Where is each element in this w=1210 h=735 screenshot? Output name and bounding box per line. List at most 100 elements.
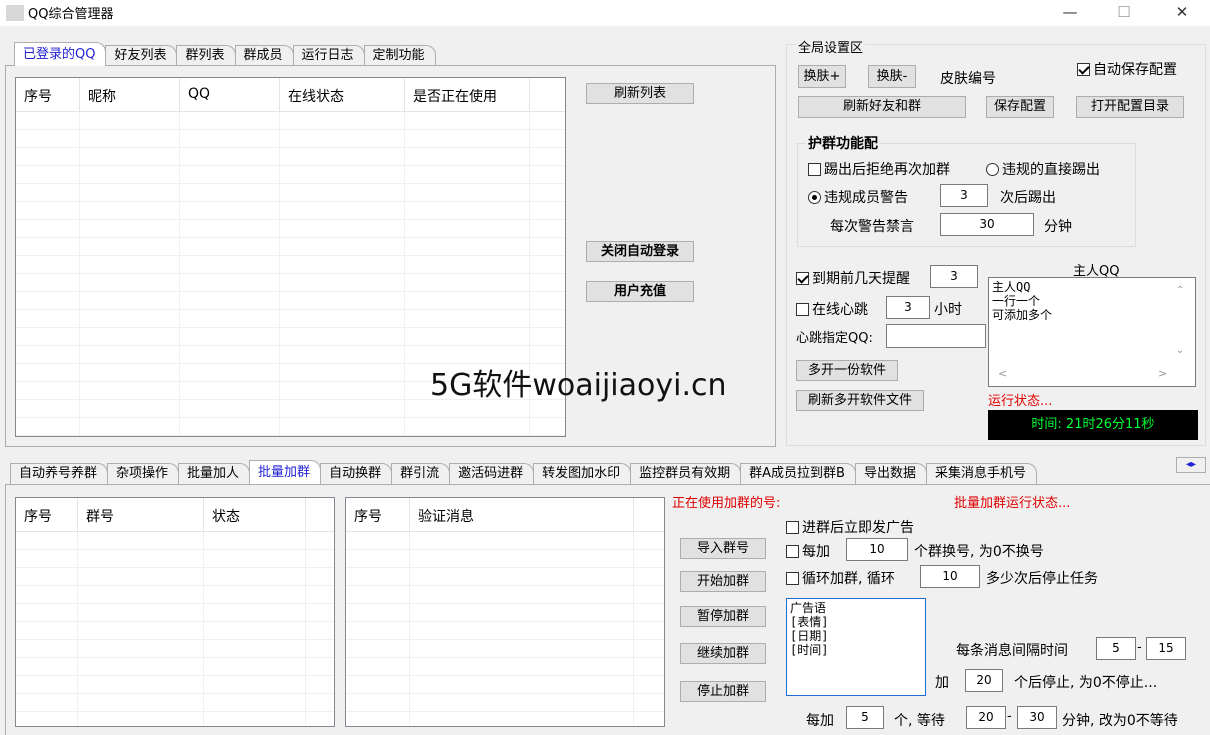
wait-count-input[interactable]: 5 <box>846 706 884 729</box>
col-status[interactable]: 状态 <box>204 498 306 531</box>
wait-note-label: 分钟, 改为0不等待 <box>1062 713 1178 729</box>
kick-direct-radio[interactable]: 违规的直接踢出 <box>986 159 1100 179</box>
ad-after-join-label: 进群后立即发广告 <box>802 520 914 536</box>
start-join-button[interactable]: 开始加群 <box>680 571 766 592</box>
add-stop-input[interactable]: 20 <box>965 669 1003 692</box>
tab-group-traffic[interactable]: 群引流 <box>391 463 451 484</box>
disable-autologin-button[interactable]: 关闭自动登录 <box>586 241 694 262</box>
pause-join-button[interactable]: 暂停加群 <box>680 606 766 627</box>
arrow-right-icon[interactable]: ▸ <box>1191 459 1196 470</box>
scroll-left-icon[interactable]: < <box>998 367 1007 380</box>
interval-max-input[interactable]: 15 <box>1146 637 1186 660</box>
global-settings-title: 全局设置区 <box>796 37 866 56</box>
col-nickname[interactable]: 昵称 <box>80 78 180 111</box>
save-config-button[interactable]: 保存配置 <box>986 96 1054 118</box>
tab-members[interactable]: 群成员 <box>234 45 294 66</box>
open-config-dir-button[interactable]: 打开配置目录 <box>1076 96 1184 118</box>
heartbeat-hours-input[interactable]: 3 <box>886 296 930 319</box>
reject-rejoin-label: 踢出后拒绝再次加群 <box>824 162 950 178</box>
col-in-use[interactable]: 是否正在使用 <box>405 78 530 111</box>
checkbox-icon <box>808 162 821 176</box>
switch-account-checkbox[interactable]: 每加 <box>786 541 830 561</box>
expire-days-input[interactable]: 3 <box>930 265 978 288</box>
col-online[interactable]: 在线状态 <box>280 78 405 111</box>
tab-auto-raise[interactable]: 自动养号养群 <box>10 463 109 484</box>
col-index[interactable]: 序号 <box>16 498 78 531</box>
top-tabstrip: 已登录的QQ 好友列表 群列表 群成员 运行日志 定制功能 <box>14 42 436 66</box>
stop-join-button[interactable]: 停止加群 <box>680 681 766 702</box>
checkbox-icon <box>786 520 799 534</box>
expire-remind-label: 到期前几天提醒 <box>812 271 910 287</box>
wait-max-input[interactable]: 30 <box>1017 706 1057 729</box>
multi-open-button[interactable]: 多开一份软件 <box>796 360 898 381</box>
tab-custom[interactable]: 定制功能 <box>363 45 436 66</box>
clock-display: 时间: 21时26分11秒 <box>988 410 1198 440</box>
refresh-list-button[interactable]: 刷新列表 <box>586 83 694 104</box>
tab-export[interactable]: 导出数据 <box>854 463 927 484</box>
col-index[interactable]: 序号 <box>346 498 410 531</box>
scroll-right-icon[interactable]: > <box>1158 367 1167 380</box>
minimize-button[interactable]: — <box>1044 0 1096 26</box>
close-button[interactable]: ✕ <box>1156 0 1208 26</box>
col-group-no[interactable]: 群号 <box>78 498 204 531</box>
refresh-multi-button[interactable]: 刷新多开软件文件 <box>796 390 924 411</box>
scroll-down-icon[interactable]: ⌄ <box>1176 345 1184 356</box>
mute-minutes-input[interactable]: 30 <box>940 213 1034 236</box>
heartbeat-checkbox[interactable]: 在线心跳 <box>796 299 868 319</box>
col-qq[interactable]: QQ <box>180 78 280 111</box>
title-bar: QQ综合管理器 — ☐ ✕ <box>0 0 1210 26</box>
add-label: 加 <box>935 675 949 691</box>
heartbeat-qq-input[interactable] <box>886 324 986 348</box>
interval-label: 每条消息间隔时间 <box>956 643 1068 659</box>
kick-direct-label: 违规的直接踢出 <box>1002 162 1100 178</box>
auto-save-checkbox[interactable]: 自动保存配置 <box>1077 59 1177 79</box>
skin-next-button[interactable]: 换肤+ <box>798 65 846 88</box>
loop-join-checkbox[interactable]: 循环加群, 循环 <box>786 568 895 588</box>
kick-after-label: 次后踢出 <box>1000 190 1056 206</box>
window-title: QQ综合管理器 <box>28 7 114 22</box>
groups-table-header: 序号 群号 状态 <box>16 498 334 532</box>
skin-prev-button[interactable]: 换肤- <box>868 65 916 88</box>
checkbox-icon <box>786 544 799 558</box>
tab-auto-switch-group[interactable]: 自动换群 <box>320 463 393 484</box>
wait-min-input[interactable]: 20 <box>966 706 1006 729</box>
wait-mid-label: 个, 等待 <box>894 713 945 729</box>
scroll-up-icon[interactable]: ⌃ <box>1176 285 1184 296</box>
tab-misc[interactable]: 杂项操作 <box>107 463 180 484</box>
tab-batch-add-friend[interactable]: 批量加人 <box>178 463 251 484</box>
protect-group-title: 护群功能配 <box>806 133 880 153</box>
tab-invite-code[interactable]: 邀活码进群 <box>449 463 535 484</box>
tab-friends[interactable]: 好友列表 <box>105 45 178 66</box>
tab-monitor-validity[interactable]: 监控群员有效期 <box>630 463 742 484</box>
groups-table[interactable]: 序号 群号 状态 <box>15 497 335 727</box>
ad-text-memo[interactable]: 广告语 [表情] [日期] [时间] <box>786 598 926 696</box>
warn-radio[interactable]: 违规成员警告 <box>808 187 908 207</box>
tab-scroll-arrows[interactable]: ◂▸ <box>1176 457 1206 473</box>
warn-count-input[interactable]: 3 <box>940 184 988 207</box>
tab-log[interactable]: 运行日志 <box>292 45 365 66</box>
import-group-button[interactable]: 导入群号 <box>680 538 766 559</box>
tab-groups[interactable]: 群列表 <box>176 45 236 66</box>
expire-remind-checkbox[interactable]: 到期前几天提醒 <box>796 268 910 288</box>
using-account-label: 正在使用加群的号: <box>672 496 781 511</box>
radio-selected-icon <box>808 190 821 204</box>
tab-logged-qq[interactable]: 已登录的QQ <box>14 42 107 66</box>
maximize-button[interactable]: ☐ <box>1098 0 1150 26</box>
every-add-input[interactable]: 10 <box>846 538 908 561</box>
reject-rejoin-checkbox[interactable]: 踢出后拒绝再次加群 <box>808 159 950 179</box>
tab-forward-watermark[interactable]: 转发图加水印 <box>533 463 632 484</box>
refresh-friends-groups-button[interactable]: 刷新好友和群 <box>798 96 966 118</box>
ad-after-join-checkbox[interactable]: 进群后立即发广告 <box>786 517 914 537</box>
heartbeat-qq-label: 心跳指定QQ: <box>796 331 873 346</box>
resume-join-button[interactable]: 继续加群 <box>680 643 766 664</box>
interval-min-input[interactable]: 5 <box>1096 637 1136 660</box>
col-index[interactable]: 序号 <box>16 78 80 111</box>
tab-pull-a-to-b[interactable]: 群A成员拉到群B <box>740 463 856 484</box>
recharge-button[interactable]: 用户充值 <box>586 281 694 302</box>
tab-batch-join-group[interactable]: 批量加群 <box>249 460 322 484</box>
loop-count-input[interactable]: 10 <box>920 565 980 588</box>
col-verify-msg[interactable]: 验证消息 <box>410 498 634 531</box>
interval-dash: - <box>1137 640 1142 655</box>
tab-collect-phone[interactable]: 采集消息手机号 <box>925 463 1037 484</box>
verify-table[interactable]: 序号 验证消息 <box>345 497 665 727</box>
